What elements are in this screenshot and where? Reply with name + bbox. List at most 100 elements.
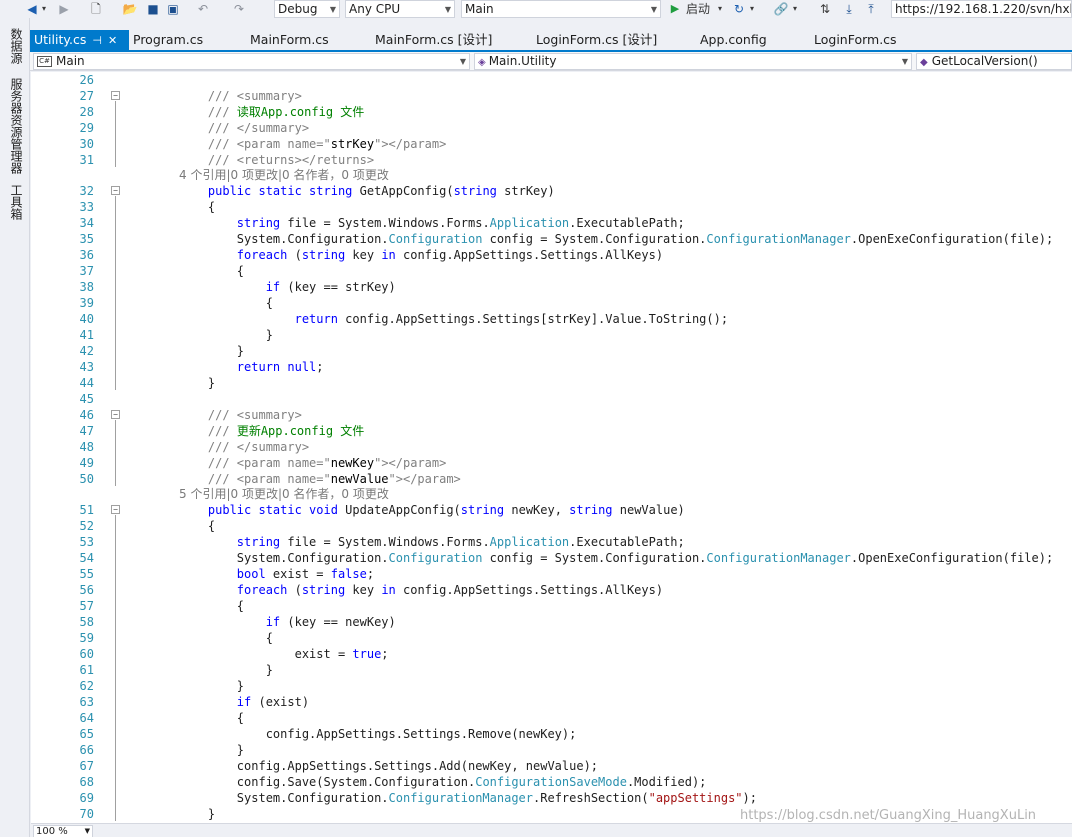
code-line: 28 /// 读取App.config 文件 [31,104,1072,120]
line-number: 36 [79,248,94,262]
open-folder-icon[interactable]: 📂 [122,1,138,17]
refresh-dropdown-icon[interactable]: ▾ [750,1,754,17]
line-number: 34 [79,216,94,230]
platform-value: Any CPU [349,2,401,16]
new-project-icon[interactable]: 🗋 [88,1,104,17]
download-icon[interactable]: ⤓ [842,1,856,17]
browser-link-icon[interactable]: 🔗 [774,1,789,17]
line-number: 67 [79,759,94,773]
chevron-down-icon: ▼ [901,57,908,66]
code-text: System.Configuration.Configuration confi… [179,232,1054,246]
pin-icon[interactable]: ⊣ [92,31,102,51]
line-number: 68 [79,775,94,789]
dropdown-arrow-icon[interactable]: ▾ [42,1,46,17]
startup-project-value: Main [465,2,494,16]
code-text: { [179,631,273,645]
code-line: 52 { [31,518,1072,534]
start-dropdown-icon[interactable]: ▾ [718,1,722,17]
project-nav-select[interactable]: C# Main ▼ [33,53,470,70]
chevron-down-icon: ▼ [84,827,90,835]
code-line: 59 { [31,630,1072,646]
line-number: 33 [79,200,94,214]
line-number: 47 [79,424,94,438]
tab-loginform-cs[interactable]: LoginForm.cs [814,30,897,50]
code-line: 31 /// <returns></returns> [31,152,1072,168]
tab-program-cs[interactable]: Program.cs [133,30,203,50]
code-text: bool exist = false; [236,567,375,581]
code-line: 58 if (key == newKey) [31,614,1072,630]
line-number: 53 [79,535,94,549]
tab-mainform-design[interactable]: MainForm.cs [设计] [375,30,492,50]
code-line: 37 { [31,263,1072,279]
codelens-indicator[interactable]: 5 个引用|0 项更改|0 名作者，0 项更改 [179,487,389,502]
code-text: /// <param name="newValue"></param> [207,472,461,486]
code-text: } [179,663,273,677]
code-line: 68 config.Save(System.Configuration.Conf… [31,774,1072,790]
side-tab-toolbox[interactable]: 工具箱 [8,184,25,220]
line-number: 55 [79,567,94,581]
tab-app-config[interactable]: App.config [700,30,767,50]
upload-icon[interactable]: ⤒ [864,1,878,17]
side-tab-server-explorer[interactable]: 服务器资源管理器 [8,78,25,174]
save-all-icon[interactable]: ▣ [166,1,180,17]
zoom-select[interactable]: 100 % ▼ [33,825,93,837]
codelens-indicator[interactable]: 4 个引用|0 项更改|0 名作者，0 项更改 [179,168,389,183]
start-play-icon[interactable]: ▶ [669,1,681,17]
code-line: 62 } [31,678,1072,694]
class-nav-select[interactable]: ◈ Main.Utility ▼ [474,53,912,70]
overflow-icon[interactable]: ▾ [793,1,797,17]
redo-icon[interactable]: ↷ [232,1,246,17]
collapse-icon[interactable]: − [111,186,120,195]
collapse-icon[interactable]: − [111,505,120,514]
attach-icon[interactable]: ⇅ [818,1,832,17]
tab-loginform-design[interactable]: LoginForm.cs [设计] [536,30,657,50]
close-icon[interactable]: ✕ [108,31,117,51]
fold-guide-line [115,420,116,486]
collapse-icon[interactable]: − [111,91,120,100]
collapse-icon[interactable]: − [111,410,120,419]
code-line: 33 { [31,199,1072,215]
code-text: /// <summary> [207,89,302,103]
code-line: 57 { [31,598,1072,614]
code-text: { [179,200,216,214]
code-line: 34 string file = System.Windows.Forms.Ap… [31,215,1072,231]
refresh-icon[interactable]: ↻ [732,1,746,17]
line-number: 43 [79,360,94,374]
code-text: /// 读取App.config 文件 [207,105,365,119]
side-tab-datasource[interactable]: 数据源 [8,28,25,64]
svn-url-field[interactable]: https://192.168.1.220/svn/hxl [891,0,1072,18]
code-text: /// <param name="newKey"></param> [207,456,447,470]
code-text: string file = System.Windows.Forms.Appli… [236,216,685,230]
code-editor[interactable]: 26 27− /// <summary> 28 /// 读取App.config … [31,72,1072,823]
line-number: 56 [79,583,94,597]
code-text: } [179,807,216,821]
line-number: 66 [79,743,94,757]
line-number: 70 [79,807,94,821]
platform-select[interactable]: Any CPU ▼ [345,0,455,18]
line-number: 54 [79,551,94,565]
back-icon[interactable]: ◀ [24,1,40,17]
code-line: 49 /// <param name="newKey"></param> [31,455,1072,471]
code-text: config.Save(System.Configuration.Configu… [179,775,707,789]
line-number: 45 [79,392,94,406]
tab-utility-cs[interactable]: Utility.cs ⊣ ✕ [30,30,129,50]
startup-project-select[interactable]: Main ▼ [461,0,661,18]
code-text: { [179,711,245,725]
save-icon[interactable]: ■ [146,1,160,17]
code-text: System.Configuration.ConfigurationManage… [179,791,757,805]
start-button[interactable]: 启动 [686,1,710,17]
line-number: 32 [79,184,94,198]
forward-icon[interactable]: ▶ [56,1,72,17]
code-text: { [179,296,273,310]
line-number: 26 [79,73,94,87]
tab-mainform-cs[interactable]: MainForm.cs [250,30,329,50]
configuration-value: Debug [278,2,318,16]
code-text: return config.AppSettings.Settings[strKe… [294,312,729,326]
code-line: 32 − public static string GetAppConfig(st… [31,183,1072,199]
code-text: /// </summary> [207,121,310,135]
tool-window-strip: 数据源 服务器资源管理器 工具箱 [0,18,30,837]
member-nav-select[interactable]: ◆ GetLocalVersion() [916,53,1072,70]
undo-icon[interactable]: ↶ [196,1,210,17]
configuration-select[interactable]: Debug ▼ [274,0,340,18]
